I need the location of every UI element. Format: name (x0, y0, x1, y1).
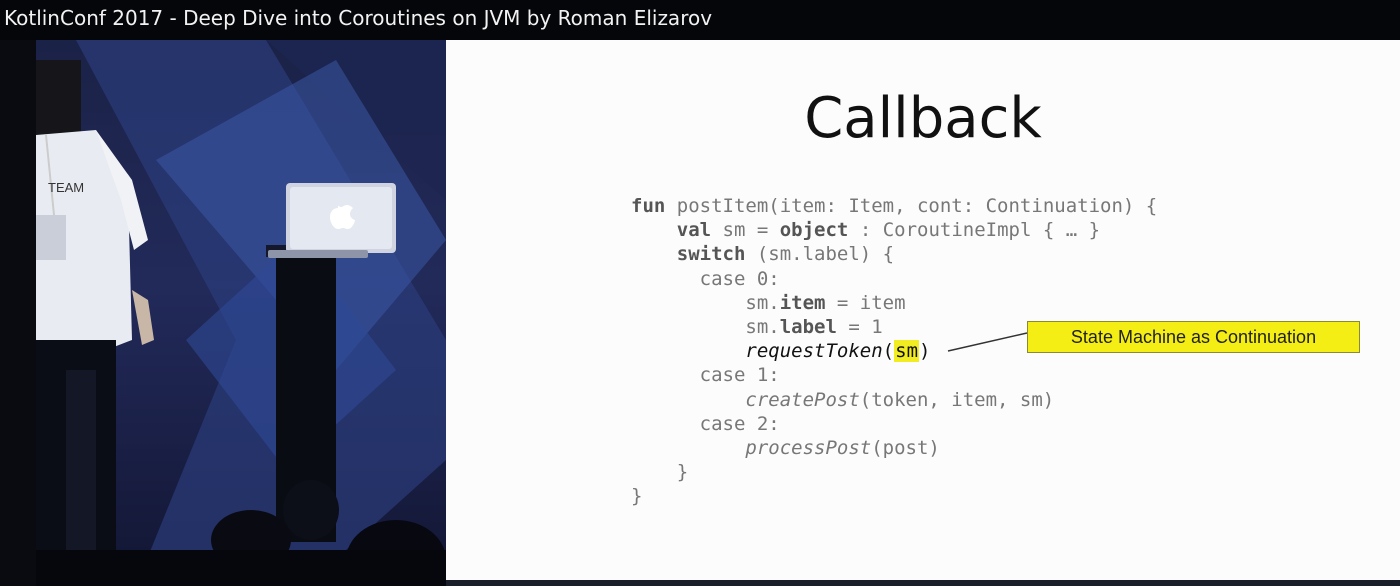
video-frame[interactable]: TEAM Callback fun postItem(item: Item, c… (0, 40, 1400, 586)
slide-bottom-edge (446, 580, 1400, 586)
video-title-bar: KotlinConf 2017 - Deep Dive into Corouti… (0, 0, 1400, 40)
speaker-stage-image: TEAM (36, 40, 446, 586)
video-title[interactable]: KotlinConf 2017 - Deep Dive into Corouti… (4, 6, 712, 30)
presentation-slide: Callback fun postItem(item: Item, cont: … (446, 40, 1400, 580)
frame-left-edge (0, 40, 36, 586)
callout-connector-line (947, 332, 1028, 352)
tshirt-badge-text: TEAM (48, 180, 84, 195)
callout-box: State Machine as Continuation (1027, 321, 1360, 353)
